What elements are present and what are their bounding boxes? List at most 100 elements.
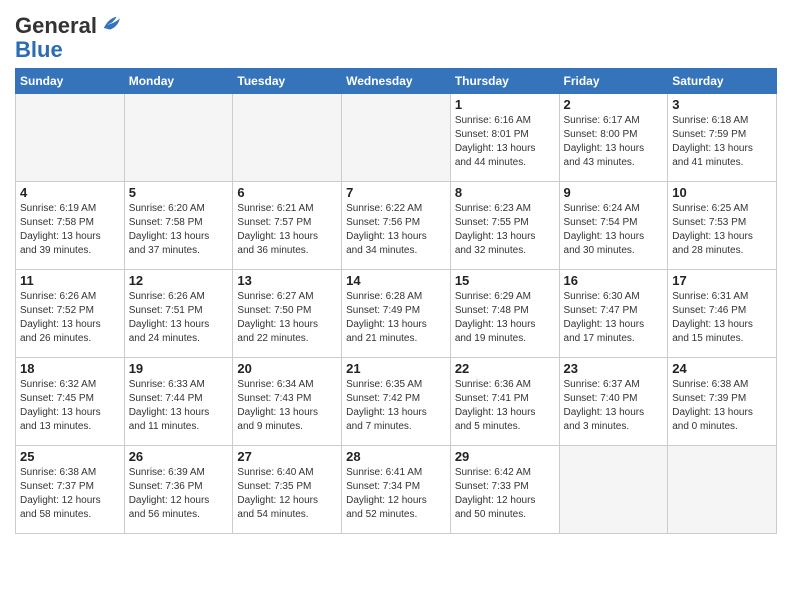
day-number: 1: [455, 97, 555, 112]
day-info: Sunrise: 6:41 AM Sunset: 7:34 PM Dayligh…: [346, 466, 446, 522]
calendar-cell: 2 Sunrise: 6:17 AM Sunset: 8:00 PM Daylig…: [559, 94, 668, 182]
calendar-cell: 20 Sunrise: 6:34 AM Sunset: 7:43 PM Dayli…: [233, 358, 342, 446]
calendar-header-row: SundayMondayTuesdayWednesdayThursdayFrid…: [16, 69, 777, 94]
day-info: Sunrise: 6:37 AM Sunset: 7:40 PM Dayligh…: [564, 378, 664, 434]
calendar-cell: 12Sunrise: 6:26 AM Sunset: 7:51 PM Dayli…: [124, 270, 233, 358]
calendar-cell: 1 Sunrise: 6:16 AM Sunset: 8:01 PM Daylig…: [450, 94, 559, 182]
day-info: Sunrise: 6:31 AM Sunset: 7:46 PM Dayligh…: [672, 290, 772, 346]
calendar-cell: 27 Sunrise: 6:40 AM Sunset: 7:35 PM Dayli…: [233, 446, 342, 534]
calendar-cell: 16 Sunrise: 6:30 AM Sunset: 7:47 PM Dayli…: [559, 270, 668, 358]
calendar-cell: 19 Sunrise: 6:33 AM Sunset: 7:44 PM Dayli…: [124, 358, 233, 446]
day-number: 11: [20, 273, 120, 288]
day-info: Sunrise: 6:16 AM Sunset: 8:01 PM Dayligh…: [455, 114, 555, 170]
day-info: Sunrise: 6:35 AM Sunset: 7:42 PM Dayligh…: [346, 378, 446, 434]
calendar-cell: 21Sunrise: 6:35 AM Sunset: 7:42 PM Dayli…: [342, 358, 451, 446]
logo-blue: Blue: [15, 38, 123, 62]
day-info: Sunrise: 6:33 AM Sunset: 7:44 PM Dayligh…: [129, 378, 229, 434]
calendar-cell: 25 Sunrise: 6:38 AM Sunset: 7:37 PM Dayli…: [16, 446, 125, 534]
calendar-week-3: 11 Sunrise: 6:26 AM Sunset: 7:52 PM Dayli…: [16, 270, 777, 358]
calendar-cell: 24Sunrise: 6:38 AM Sunset: 7:39 PM Dayli…: [668, 358, 777, 446]
day-info: Sunrise: 6:21 AM Sunset: 7:57 PM Dayligh…: [237, 202, 337, 258]
day-info: Sunrise: 6:34 AM Sunset: 7:43 PM Dayligh…: [237, 378, 337, 434]
calendar-cell: 7 Sunrise: 6:22 AM Sunset: 7:56 PM Daylig…: [342, 182, 451, 270]
day-number: 10: [672, 185, 772, 200]
calendar-cell: 28 Sunrise: 6:41 AM Sunset: 7:34 PM Dayli…: [342, 446, 451, 534]
day-info: Sunrise: 6:18 AM Sunset: 7:59 PM Dayligh…: [672, 114, 772, 170]
day-info: Sunrise: 6:23 AM Sunset: 7:55 PM Dayligh…: [455, 202, 555, 258]
calendar-cell: 15 Sunrise: 6:29 AM Sunset: 7:48 PM Dayli…: [450, 270, 559, 358]
day-number: 15: [455, 273, 555, 288]
day-number: 4: [20, 185, 120, 200]
calendar-cell: 18 Sunrise: 6:32 AM Sunset: 7:45 PM Dayli…: [16, 358, 125, 446]
day-number: 20: [237, 361, 337, 376]
calendar-cell: 13 Sunrise: 6:27 AM Sunset: 7:50 PM Dayli…: [233, 270, 342, 358]
calendar-cell: [559, 446, 668, 534]
day-info: Sunrise: 6:26 AM Sunset: 7:51 PM Dayligh…: [129, 290, 229, 346]
calendar-cell: 3 Sunrise: 6:18 AM Sunset: 7:59 PM Daylig…: [668, 94, 777, 182]
day-number: 17: [672, 273, 772, 288]
day-number: 5: [129, 185, 229, 200]
day-info: Sunrise: 6:17 AM Sunset: 8:00 PM Dayligh…: [564, 114, 664, 170]
col-header-tuesday: Tuesday: [233, 69, 342, 94]
day-number: 25: [20, 449, 120, 464]
day-number: 19: [129, 361, 229, 376]
logo-general: General: [15, 14, 97, 38]
day-info: Sunrise: 6:30 AM Sunset: 7:47 PM Dayligh…: [564, 290, 664, 346]
day-info: Sunrise: 6:36 AM Sunset: 7:41 PM Dayligh…: [455, 378, 555, 434]
calendar-cell: 10 Sunrise: 6:25 AM Sunset: 7:53 PM Dayli…: [668, 182, 777, 270]
day-info: Sunrise: 6:22 AM Sunset: 7:56 PM Dayligh…: [346, 202, 446, 258]
calendar-cell: [16, 94, 125, 182]
calendar-table: SundayMondayTuesdayWednesdayThursdayFrid…: [15, 68, 777, 534]
day-info: Sunrise: 6:39 AM Sunset: 7:36 PM Dayligh…: [129, 466, 229, 522]
calendar-cell: 23 Sunrise: 6:37 AM Sunset: 7:40 PM Dayli…: [559, 358, 668, 446]
day-info: Sunrise: 6:26 AM Sunset: 7:52 PM Dayligh…: [20, 290, 120, 346]
col-header-friday: Friday: [559, 69, 668, 94]
day-info: Sunrise: 6:29 AM Sunset: 7:48 PM Dayligh…: [455, 290, 555, 346]
day-number: 24: [672, 361, 772, 376]
calendar-cell: [124, 94, 233, 182]
day-number: 18: [20, 361, 120, 376]
day-number: 9: [564, 185, 664, 200]
day-number: 3: [672, 97, 772, 112]
calendar-week-1: 1 Sunrise: 6:16 AM Sunset: 8:01 PM Daylig…: [16, 94, 777, 182]
logo: General Blue: [15, 14, 123, 62]
calendar-cell: 14Sunrise: 6:28 AM Sunset: 7:49 PM Dayli…: [342, 270, 451, 358]
calendar-cell: 9 Sunrise: 6:24 AM Sunset: 7:54 PM Daylig…: [559, 182, 668, 270]
col-header-saturday: Saturday: [668, 69, 777, 94]
day-number: 28: [346, 449, 446, 464]
col-header-thursday: Thursday: [450, 69, 559, 94]
calendar-cell: 8 Sunrise: 6:23 AM Sunset: 7:55 PM Daylig…: [450, 182, 559, 270]
calendar-cell: [668, 446, 777, 534]
day-number: 22: [455, 361, 555, 376]
calendar-cell: 29Sunrise: 6:42 AM Sunset: 7:33 PM Dayli…: [450, 446, 559, 534]
day-number: 8: [455, 185, 555, 200]
day-info: Sunrise: 6:24 AM Sunset: 7:54 PM Dayligh…: [564, 202, 664, 258]
calendar-cell: 6 Sunrise: 6:21 AM Sunset: 7:57 PM Daylig…: [233, 182, 342, 270]
day-number: 29: [455, 449, 555, 464]
day-number: 16: [564, 273, 664, 288]
day-number: 2: [564, 97, 664, 112]
calendar-cell: 5 Sunrise: 6:20 AM Sunset: 7:58 PM Daylig…: [124, 182, 233, 270]
calendar-cell: 4Sunrise: 6:19 AM Sunset: 7:58 PM Daylig…: [16, 182, 125, 270]
day-info: Sunrise: 6:32 AM Sunset: 7:45 PM Dayligh…: [20, 378, 120, 434]
day-info: Sunrise: 6:40 AM Sunset: 7:35 PM Dayligh…: [237, 466, 337, 522]
calendar-week-4: 18 Sunrise: 6:32 AM Sunset: 7:45 PM Dayli…: [16, 358, 777, 446]
day-number: 27: [237, 449, 337, 464]
calendar-week-5: 25 Sunrise: 6:38 AM Sunset: 7:37 PM Dayli…: [16, 446, 777, 534]
calendar-cell: [342, 94, 451, 182]
day-info: Sunrise: 6:27 AM Sunset: 7:50 PM Dayligh…: [237, 290, 337, 346]
day-info: Sunrise: 6:20 AM Sunset: 7:58 PM Dayligh…: [129, 202, 229, 258]
day-number: 6: [237, 185, 337, 200]
day-number: 23: [564, 361, 664, 376]
calendar-week-2: 4Sunrise: 6:19 AM Sunset: 7:58 PM Daylig…: [16, 182, 777, 270]
day-number: 7: [346, 185, 446, 200]
calendar-cell: 22 Sunrise: 6:36 AM Sunset: 7:41 PM Dayli…: [450, 358, 559, 446]
day-number: 26: [129, 449, 229, 464]
col-header-wednesday: Wednesday: [342, 69, 451, 94]
day-info: Sunrise: 6:28 AM Sunset: 7:49 PM Dayligh…: [346, 290, 446, 346]
calendar-cell: 26 Sunrise: 6:39 AM Sunset: 7:36 PM Dayli…: [124, 446, 233, 534]
day-info: Sunrise: 6:25 AM Sunset: 7:53 PM Dayligh…: [672, 202, 772, 258]
day-number: 13: [237, 273, 337, 288]
day-info: Sunrise: 6:38 AM Sunset: 7:37 PM Dayligh…: [20, 466, 120, 522]
calendar-cell: 11 Sunrise: 6:26 AM Sunset: 7:52 PM Dayli…: [16, 270, 125, 358]
